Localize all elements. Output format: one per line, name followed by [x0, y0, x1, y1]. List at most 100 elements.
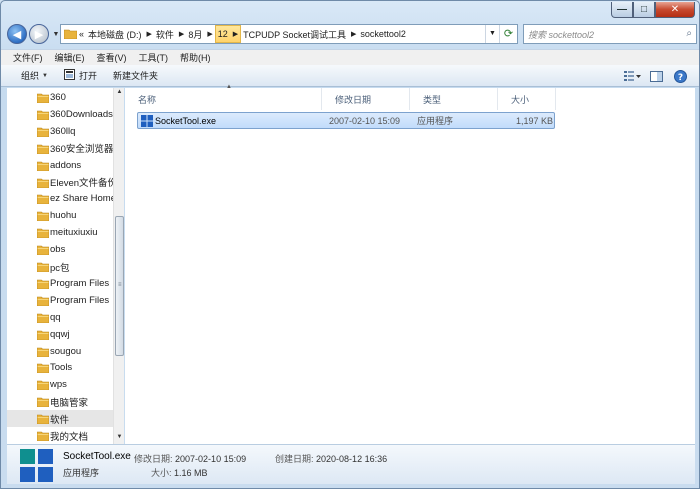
tree-item[interactable]: huohu — [7, 207, 117, 224]
maximize-button[interactable]: □ — [633, 2, 655, 18]
tree-item-label: 360llq — [50, 125, 76, 137]
tree-item-label: 我的文档 — [50, 431, 89, 443]
tree-item-label: qq — [50, 311, 61, 323]
menu-edit[interactable]: 编辑(E) — [49, 51, 91, 64]
tree-item[interactable]: Tools — [7, 359, 117, 376]
tree-item-label: 360 — [50, 92, 66, 103]
preview-pane-icon[interactable] — [647, 67, 665, 85]
forward-button[interactable]: ▶ — [29, 24, 49, 44]
help-icon[interactable]: ? — [671, 67, 689, 85]
breadcrumb-sockettool2[interactable]: sockettool2 — [358, 25, 408, 43]
open-button[interactable]: 打开 — [56, 67, 105, 85]
scroll-up-arrow-icon[interactable]: ▲ — [115, 89, 124, 98]
folder-icon — [36, 143, 50, 157]
search-icon[interactable]: ⌕ — [686, 28, 692, 39]
navigation-scrollbar[interactable]: ▲ ≡ ▼ — [113, 88, 124, 444]
breadcrumb-drive[interactable]: 本地磁盘 (D:) ▶ — [86, 25, 154, 43]
column-header-size[interactable]: 大小 — [498, 88, 556, 110]
folder-icon — [36, 126, 50, 140]
details-size-value: 1.16 MB — [174, 468, 208, 478]
breadcrumb-label: 12 — [217, 29, 228, 39]
tree-item[interactable]: qqwj — [7, 326, 117, 343]
folder-icon — [36, 227, 50, 241]
column-header-modified[interactable]: 修改日期 — [322, 88, 410, 110]
details-file-name: SocketTool.exe — [63, 451, 131, 462]
tree-item[interactable]: ez Share Home — [7, 190, 117, 207]
breadcrumb-august[interactable]: 8月 ▶ — [186, 25, 214, 43]
tree-item-label: 软件 — [50, 414, 70, 426]
menu-tools[interactable]: 工具(T) — [133, 51, 175, 64]
application-large-icon — [20, 449, 53, 484]
tree-item[interactable]: sougou — [7, 343, 117, 360]
tree-item[interactable]: 360安全浏览器 — [7, 140, 117, 157]
new-folder-label: 新建文件夹 — [112, 71, 158, 81]
chevron-right-icon[interactable]: ▶ — [233, 30, 238, 38]
tree-item[interactable]: Program Files — [7, 275, 117, 292]
tree-item-label: wps — [50, 379, 67, 391]
view-options-icon[interactable] — [623, 67, 641, 85]
tree-item[interactable]: obs — [7, 241, 117, 258]
command-bar: 组织 ▼ 打开 新建文件夹 ? — [1, 65, 699, 87]
column-header-label: 大小 — [511, 94, 530, 105]
breadcrumb-software[interactable]: 软件 ▶ — [154, 25, 186, 43]
address-bar[interactable]: « 本地磁盘 (D:) ▶ 软件 ▶ 8月 ▶ 12 ▶ TCPUDP Socket调试… — [60, 24, 518, 44]
tree-item[interactable]: pc包 — [7, 258, 117, 275]
tree-item-label: qqwj — [50, 328, 70, 340]
organize-button[interactable]: 组织 ▼ — [13, 67, 56, 85]
tree-item-label: 360Downloads — [50, 108, 113, 120]
open-icon — [63, 69, 75, 82]
tree-item[interactable]: Program Files — [7, 292, 117, 309]
close-button[interactable]: ✕ — [655, 2, 695, 18]
folder-icon — [36, 312, 50, 326]
menu-help[interactable]: 帮助(H) — [174, 51, 217, 64]
menu-view[interactable]: 查看(V) — [91, 51, 133, 64]
tree-item[interactable]: 360 — [7, 89, 117, 106]
breadcrumb-12[interactable]: 12 ▶ — [214, 25, 242, 43]
breadcrumb-overflow[interactable]: « — [77, 25, 86, 43]
back-button[interactable]: ◀ — [7, 24, 27, 44]
tree-item[interactable]: 360llq — [7, 123, 117, 140]
folder-icon — [63, 28, 78, 41]
search-input[interactable]: 搜索 sockettool2 ⌕ — [523, 24, 697, 44]
address-dropdown-icon[interactable]: ▼ — [485, 25, 499, 43]
file-row[interactable]: SocketTool.exe 2007-02-10 15:09 应用程序 1,1… — [137, 112, 555, 129]
tree-item[interactable]: meituxiuxiu — [7, 224, 117, 241]
tree-item[interactable]: 360Downloads — [7, 106, 117, 123]
tree-item-label: meituxiuxiu — [50, 227, 98, 239]
folder-icon — [36, 193, 50, 207]
tree-item[interactable]: 电脑管家 — [7, 393, 117, 410]
folder-icon — [36, 362, 50, 376]
explorer-window: — □ ✕ ◀ ▶ ▼ « 本地磁盘 (D:) ▶ 软件 ▶ 8月 ▶ 12 ▶ TCP… — [0, 0, 700, 489]
refresh-icon[interactable]: ⟳ — [499, 25, 517, 43]
chevron-right-icon[interactable]: ▶ — [207, 30, 212, 38]
tree-item[interactable]: 我的文档 — [7, 427, 117, 444]
menu-file[interactable]: 文件(F) — [7, 51, 49, 64]
tree-item[interactable]: qq — [7, 309, 117, 326]
column-header-label: 修改日期 — [335, 94, 372, 105]
details-size-label: 大小: — [151, 468, 172, 478]
folder-icon — [36, 413, 50, 427]
folder-icon — [36, 430, 50, 444]
folder-icon — [36, 92, 50, 106]
tree-item[interactable]: 软件 — [7, 410, 117, 428]
tree-item[interactable]: wps — [7, 376, 117, 393]
breadcrumb-tcpudp[interactable]: TCPUDP Socket调试工具 ▶ — [241, 25, 358, 43]
column-header-type[interactable]: 类型 — [410, 88, 498, 110]
minimize-button[interactable]: — — [611, 2, 633, 18]
chevron-right-icon[interactable]: ▶ — [147, 30, 152, 38]
scrollbar-thumb[interactable]: ≡ — [115, 216, 124, 356]
new-folder-button[interactable]: 新建文件夹 — [105, 67, 166, 85]
chevron-right-icon[interactable]: ▶ — [179, 30, 184, 38]
folder-icon — [36, 244, 50, 258]
tree-item[interactable]: addons — [7, 157, 117, 174]
column-header-name[interactable]: 名称 ▲ — [125, 84, 322, 110]
search-placeholder: 搜索 sockettool2 — [528, 29, 595, 40]
folder-icon — [36, 396, 50, 410]
file-list: 名称 ▲ 修改日期 类型 大小 SocketTool.exe 2007-02-1… — [125, 84, 695, 444]
organize-label: 组织 — [21, 71, 40, 81]
tree-item[interactable]: Eleven文件备份 — [7, 174, 117, 191]
chevron-right-icon[interactable]: ▶ — [351, 30, 356, 38]
scroll-down-arrow-icon[interactable]: ▼ — [115, 434, 124, 443]
tree-item-label: ez Share Home — [50, 193, 117, 205]
tree-item-label: huohu — [50, 210, 77, 222]
